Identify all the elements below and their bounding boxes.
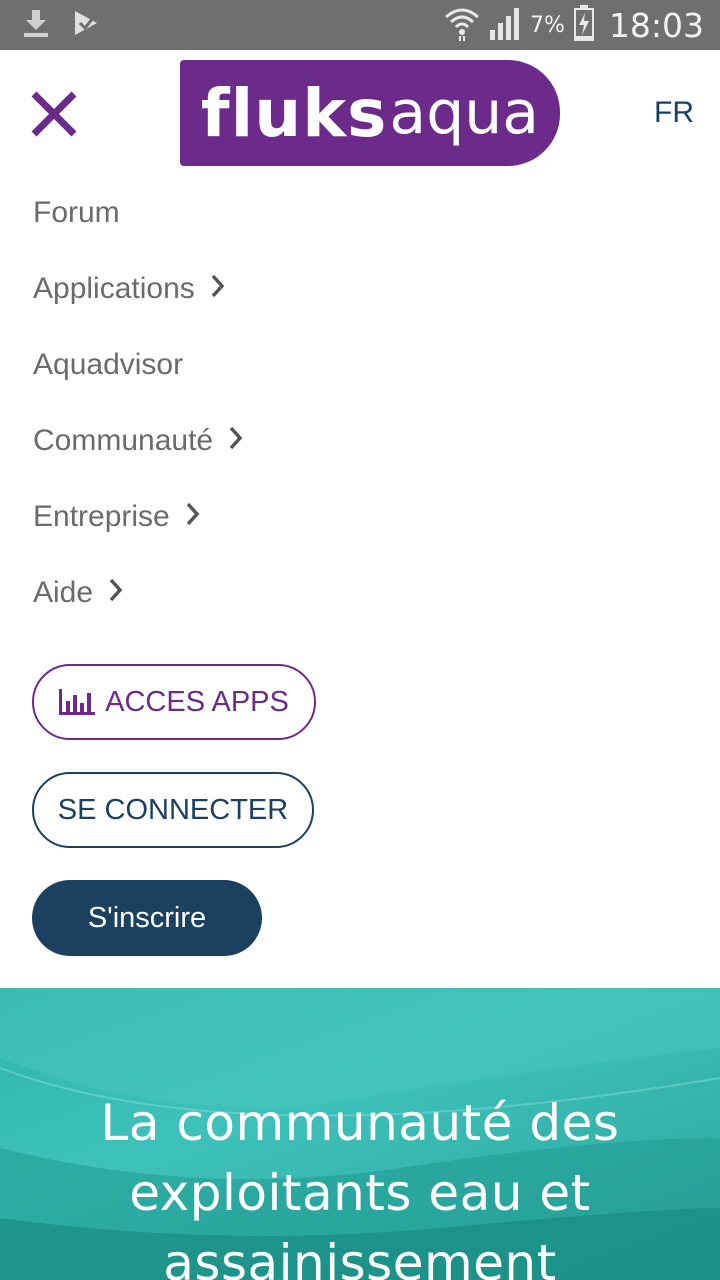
chevron-right-icon: [211, 274, 225, 298]
menu-item-aquadvisor[interactable]: Aquadvisor: [33, 346, 243, 422]
clock: 18:03: [608, 5, 704, 45]
acces-apps-label: ACCES APPS: [105, 685, 289, 718]
menu-item-aide[interactable]: Aide: [33, 574, 243, 650]
menu-item-label: Forum: [33, 196, 120, 229]
hero-line: La communauté des: [100, 1094, 620, 1152]
signal-icon: [488, 6, 522, 45]
logo-text-light: aqua: [389, 78, 540, 148]
menu-item-label: Entreprise: [33, 500, 170, 533]
menu-item-entreprise[interactable]: Entreprise: [33, 498, 243, 574]
check-notification-icon: [72, 8, 100, 43]
hero-banner: La communauté des exploitants eau et ass…: [0, 988, 720, 1280]
acces-apps-button[interactable]: ACCES APPS: [32, 664, 316, 740]
menu-item-label: Communauté: [33, 424, 214, 457]
bar-chart-icon: [59, 689, 96, 715]
menu-item-label: Aide: [33, 576, 94, 609]
menu-item-label: Aquadvisor: [33, 348, 184, 381]
signup-label: S'inscrire: [87, 901, 207, 934]
login-button[interactable]: SE CONNECTER: [32, 772, 314, 848]
app-header: fluks aqua FR: [0, 50, 720, 176]
download-icon: [22, 8, 50, 43]
menu-item-communaute[interactable]: Communauté: [33, 422, 243, 498]
login-label: SE CONNECTER: [57, 793, 289, 826]
hero-line: exploitants eau et: [129, 1164, 591, 1222]
hero-line: assainissement: [163, 1234, 557, 1280]
menu-item-forum[interactable]: Forum: [33, 194, 243, 270]
menu-item-label: Applications: [33, 272, 195, 305]
chevron-right-icon: [109, 578, 123, 602]
signup-button[interactable]: S'inscrire: [32, 880, 262, 956]
chevron-right-icon: [186, 502, 200, 526]
wifi-icon: [444, 5, 480, 46]
fluksaqua-logo[interactable]: fluks aqua: [180, 60, 560, 166]
close-icon: [31, 91, 77, 137]
status-bar: 7% 18:03: [0, 0, 720, 50]
logo-text-bold: fluks: [200, 74, 388, 152]
chevron-right-icon: [229, 426, 243, 450]
language-selector[interactable]: FR: [654, 96, 694, 130]
battery-charging-icon: [573, 4, 595, 46]
nav-menu: Forum Applications Aquadvisor Communauté…: [33, 194, 243, 650]
battery-percent: 7%: [529, 12, 565, 38]
close-menu-button[interactable]: [28, 88, 80, 140]
hero-tagline: La communauté des exploitants eau et ass…: [0, 1088, 720, 1280]
menu-item-applications[interactable]: Applications: [33, 270, 243, 346]
